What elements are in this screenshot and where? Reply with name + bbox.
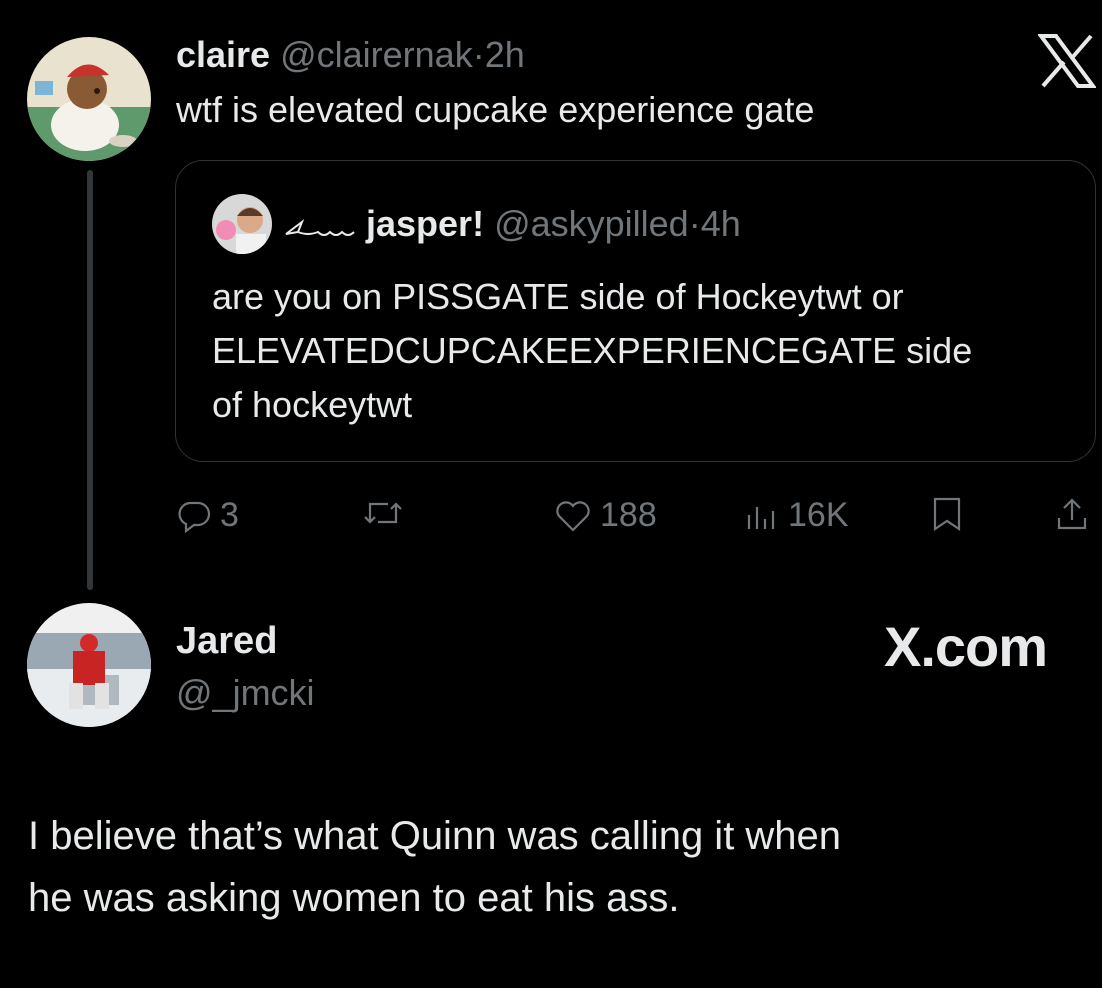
tweet-time[interactable]: 2h	[485, 34, 525, 75]
views-count: 16K	[788, 496, 849, 534]
jared-avatar[interactable]	[27, 603, 151, 727]
bookmark-icon	[933, 497, 961, 532]
like-icon	[556, 500, 590, 532]
quote-time[interactable]: 4h	[701, 203, 741, 244]
reply-author-handle[interactable]: @_jmcki	[176, 672, 315, 714]
quote-text-line: are you on PISSGATE side of Hockeytwt or	[212, 276, 904, 317]
reply-text-line: I believe that’s what Quinn was calling …	[28, 814, 842, 858]
jasper-avatar[interactable]	[212, 194, 272, 254]
share-button[interactable]	[1055, 496, 1089, 532]
like-button[interactable]: 188	[554, 496, 657, 535]
reply-button[interactable]: 3	[176, 496, 239, 535]
brand-label: X.com	[884, 615, 1048, 678]
separator-dot: ·	[472, 34, 485, 75]
quote-text-line: of hockeytwt	[212, 384, 413, 425]
quote-author-name[interactable]: jasper!	[366, 203, 484, 244]
reply-author-name[interactable]: Jared	[176, 620, 277, 663]
tweet-text: wtf is elevated cupcake experience gate	[176, 89, 815, 130]
reply-text: I believe that’s what Quinn was calling …	[28, 805, 1068, 929]
views-icon	[747, 506, 775, 529]
reply-icon	[178, 501, 211, 533]
tweet-author-name[interactable]: claire	[176, 34, 270, 75]
retweet-icon	[364, 502, 402, 524]
quote-text-line: ELEVATEDCUPCAKEEXPERIENCEGATE side	[212, 330, 973, 371]
reply-count: 3	[220, 496, 239, 534]
shark-badge-icon	[284, 216, 356, 247]
reply-text-line: he was asking women to eat his ass.	[28, 876, 680, 920]
tweet-author-handle[interactable]: @clairernak	[280, 34, 473, 75]
separator-dot: ·	[688, 203, 701, 244]
retweet-button[interactable]	[362, 496, 404, 530]
claire-avatar[interactable]	[27, 37, 151, 161]
tweet-header: claire @clairernak·2h	[176, 34, 525, 76]
x-logo-icon	[1037, 34, 1097, 88]
quote-author-handle[interactable]: @askypilled	[494, 203, 689, 244]
like-count: 188	[600, 496, 657, 534]
bookmark-button[interactable]	[930, 496, 964, 532]
thread-line	[87, 170, 93, 590]
share-icon	[1057, 498, 1087, 530]
quote-header: jasper! @askypilled·4h	[366, 203, 741, 245]
views-button[interactable]: 16K	[744, 496, 849, 535]
quote-text: are you on PISSGATE side of Hockeytwt or…	[212, 270, 1072, 432]
